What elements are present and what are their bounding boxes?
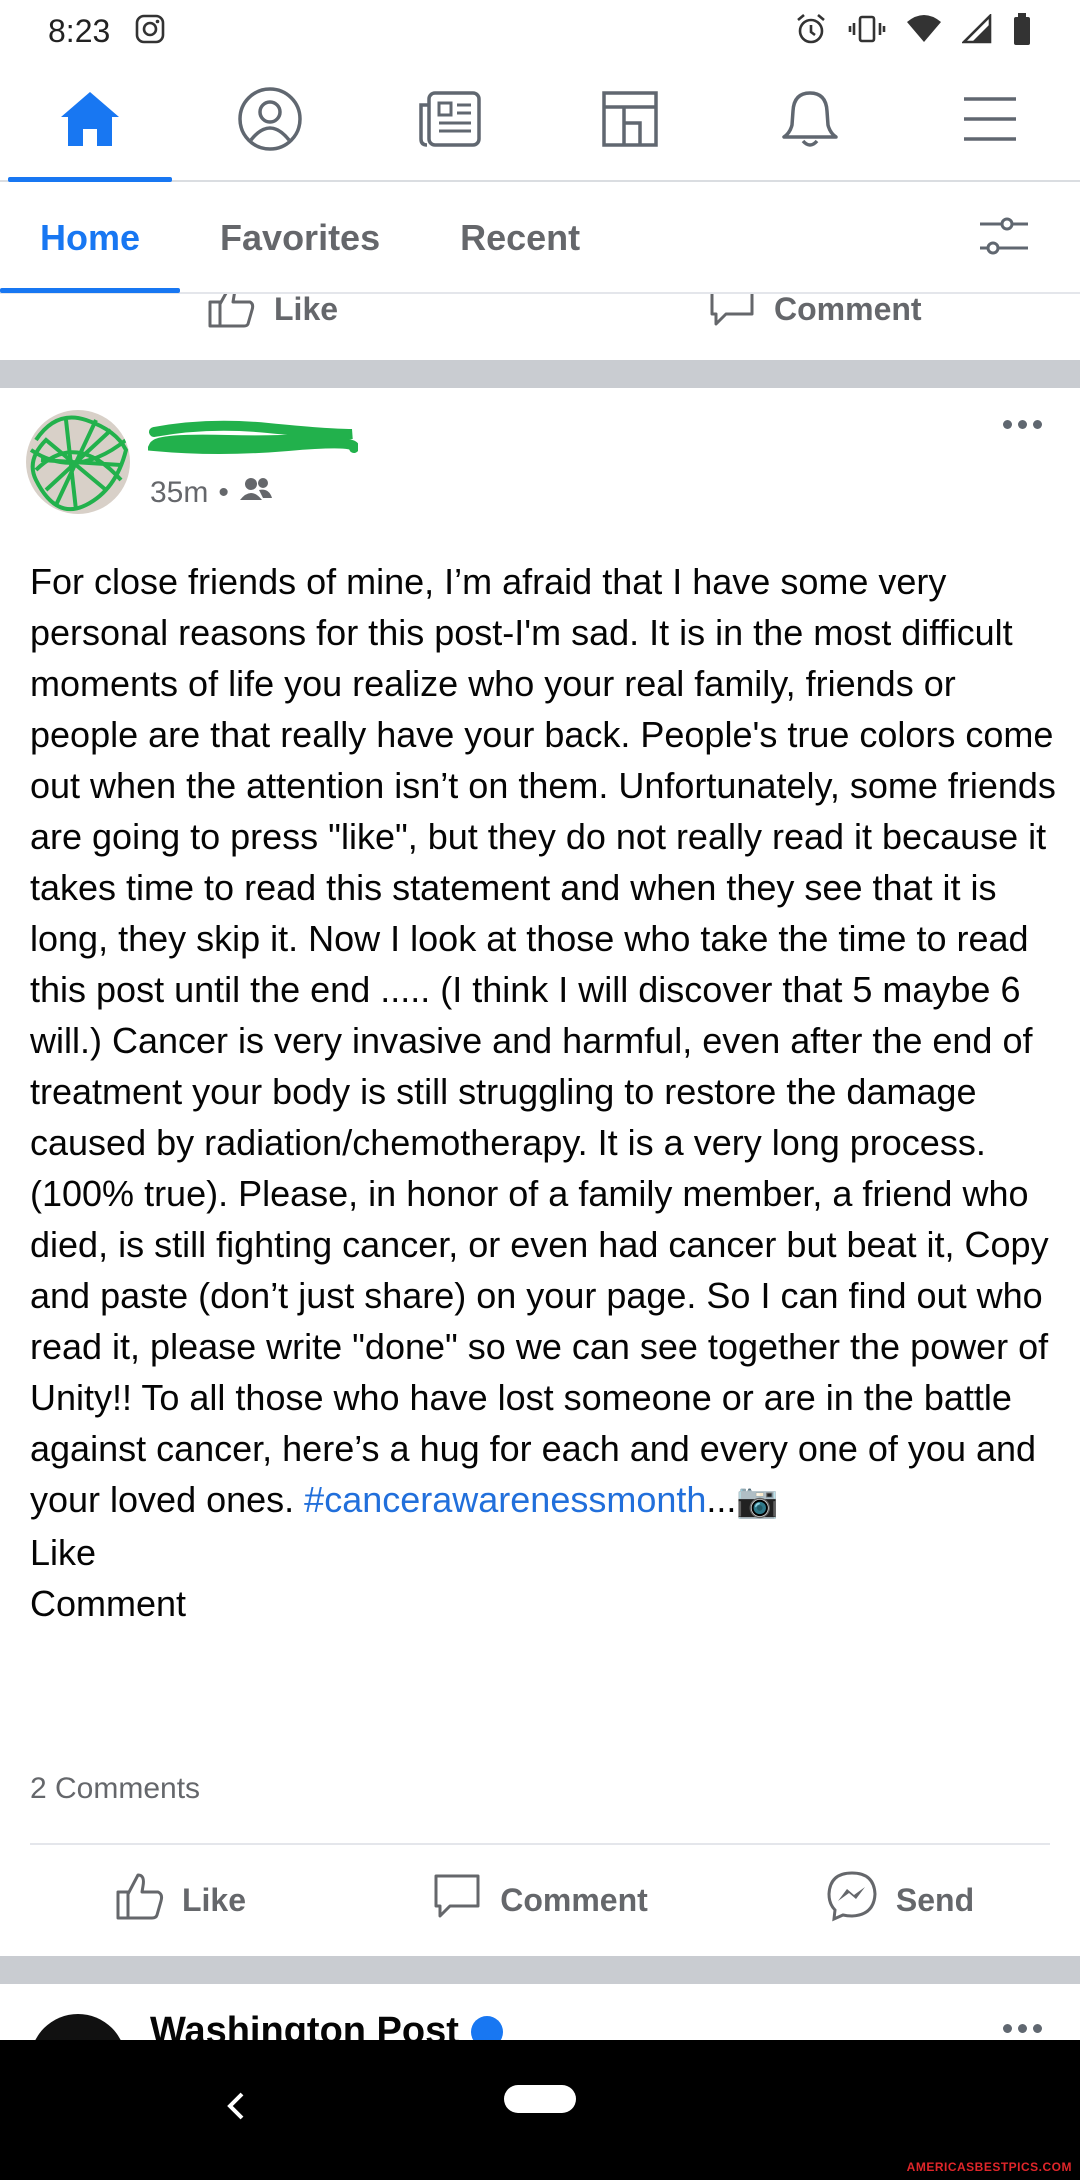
- wifi-icon: [906, 14, 942, 49]
- prev-comment-label: Comment: [774, 290, 922, 327]
- author-name-redacted[interactable]: [146, 420, 360, 460]
- filter-button[interactable]: [978, 216, 1030, 261]
- pages-icon: [600, 89, 660, 154]
- post-extra-comment: Comment: [30, 1583, 187, 1624]
- tab-recent[interactable]: Recent: [420, 183, 620, 293]
- thumbs-up-icon: [114, 1872, 164, 1928]
- news-icon: [417, 89, 483, 154]
- hashtag-link[interactable]: #cancerawarenessmonth: [304, 1479, 706, 1520]
- next-post-more-button[interactable]: [1003, 2024, 1042, 2033]
- back-button[interactable]: [222, 2086, 252, 2131]
- post-divider: [30, 1843, 1050, 1845]
- next-post-author-name: Washington Post: [150, 2010, 459, 2044]
- post-meta: 35m •: [150, 476, 273, 510]
- status-bar: 8:23: [0, 0, 1080, 62]
- comment-icon: [432, 1872, 482, 1928]
- post-card: 35m • For close friends of mine, I’m afr…: [0, 388, 1080, 1956]
- next-post-author[interactable]: Washington Post: [150, 2010, 503, 2044]
- messenger-icon: [826, 1870, 878, 1930]
- nav-home[interactable]: [0, 62, 180, 182]
- send-label: Send: [895, 1881, 975, 1918]
- friends-icon: [239, 476, 273, 510]
- filter-icon: [978, 217, 1030, 260]
- feed-separator-2: [0, 1956, 1080, 1984]
- post-ellipsis[interactable]: ...: [706, 1479, 736, 1520]
- signal-icon: [960, 12, 992, 49]
- next-post-card: Washington Post: [0, 1984, 1080, 2044]
- nav-pages[interactable]: [540, 62, 720, 180]
- nav-news[interactable]: [360, 62, 540, 180]
- nav-menu[interactable]: [900, 62, 1080, 180]
- instagram-icon: [134, 13, 166, 50]
- home-pill-button[interactable]: [504, 2085, 576, 2113]
- post-time[interactable]: 35m: [150, 476, 208, 510]
- post-header: 35m •: [0, 388, 1080, 538]
- bell-icon: [780, 87, 840, 156]
- comment-button[interactable]: Comment: [360, 1872, 720, 1928]
- chevron-left-icon: [222, 2092, 252, 2130]
- feed-separator: [0, 360, 1080, 388]
- post-text: For close friends of mine, I’m afraid th…: [30, 561, 1056, 1520]
- alarm-icon: [794, 12, 828, 51]
- post-extra-like: Like: [30, 1532, 97, 1573]
- like-label: Like: [181, 1881, 247, 1918]
- home-icon: [57, 89, 123, 154]
- menu-icon: [962, 95, 1018, 148]
- profile-icon: [237, 86, 303, 157]
- status-time: 8:23: [48, 12, 111, 49]
- camera-emoji: 📷: [736, 1482, 779, 1520]
- watermark: AMERICASBESTPICS.COM: [906, 2160, 1072, 2174]
- vibrate-icon: [848, 14, 886, 49]
- post-actions: Like Comment Send: [0, 1848, 1080, 1952]
- post-body: For close friends of mine, I’m afraid th…: [30, 556, 1060, 1629]
- like-button[interactable]: Like: [0, 1872, 360, 1928]
- nav-profile[interactable]: [180, 62, 360, 180]
- battery-icon: [1012, 12, 1032, 51]
- prev-like-label: Like: [274, 290, 339, 327]
- tab-favorites[interactable]: Favorites: [180, 183, 420, 293]
- android-navigation-bar: AMERICASBESTPICS.COM: [0, 2040, 1080, 2180]
- comments-count[interactable]: 2 Comments: [30, 1772, 200, 1806]
- comment-label: Comment: [500, 1881, 648, 1918]
- avatar-scribble: [29, 415, 129, 511]
- avatar[interactable]: [26, 410, 130, 514]
- send-button[interactable]: Send: [720, 1870, 1080, 1930]
- post-more-button[interactable]: [1003, 420, 1042, 429]
- nav-notifications[interactable]: [720, 62, 900, 180]
- tab-home[interactable]: Home: [0, 183, 181, 293]
- feed-tabs: Home Favorites Recent: [0, 184, 1080, 294]
- top-navigation: [0, 62, 1080, 182]
- meta-dot: •: [218, 476, 229, 509]
